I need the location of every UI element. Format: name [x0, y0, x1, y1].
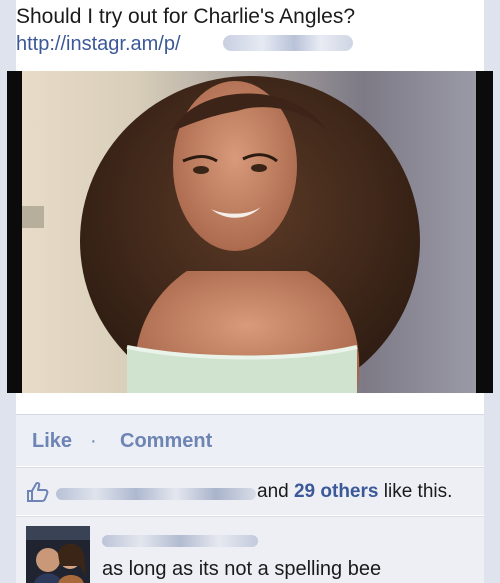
likes-others-link[interactable]: 29 others [294, 481, 378, 502]
redacted-commenter-name [102, 535, 258, 547]
post-actions-bar: Like · Comment [16, 414, 484, 466]
thumbs-up-icon [26, 480, 50, 509]
photo-image [7, 71, 493, 393]
post-text: Should I try out for Charlie's Angles? [16, 5, 356, 28]
comment-item: as long as its not a spelling bee [16, 516, 484, 583]
likes-and: and [257, 481, 294, 502]
comment-text: as long as its not a spelling bee [102, 558, 382, 580]
commenter-avatar[interactable] [26, 526, 90, 583]
post-photo[interactable] [7, 71, 493, 393]
like-button[interactable]: Like [32, 429, 72, 453]
likes-tail: like this. [378, 481, 453, 502]
post-link[interactable]: http://instagr.am/p/ [16, 32, 181, 56]
likes-text: and 29 others like this. [257, 480, 452, 504]
redacted-liker-names [56, 488, 256, 500]
redacted-link-code [223, 35, 353, 51]
likes-summary[interactable]: and 29 others like this. [16, 467, 484, 515]
action-separator: · [90, 430, 97, 452]
post-link-text[interactable]: http://instagr.am/p/ [16, 33, 181, 55]
comment-button[interactable]: Comment [120, 429, 212, 453]
